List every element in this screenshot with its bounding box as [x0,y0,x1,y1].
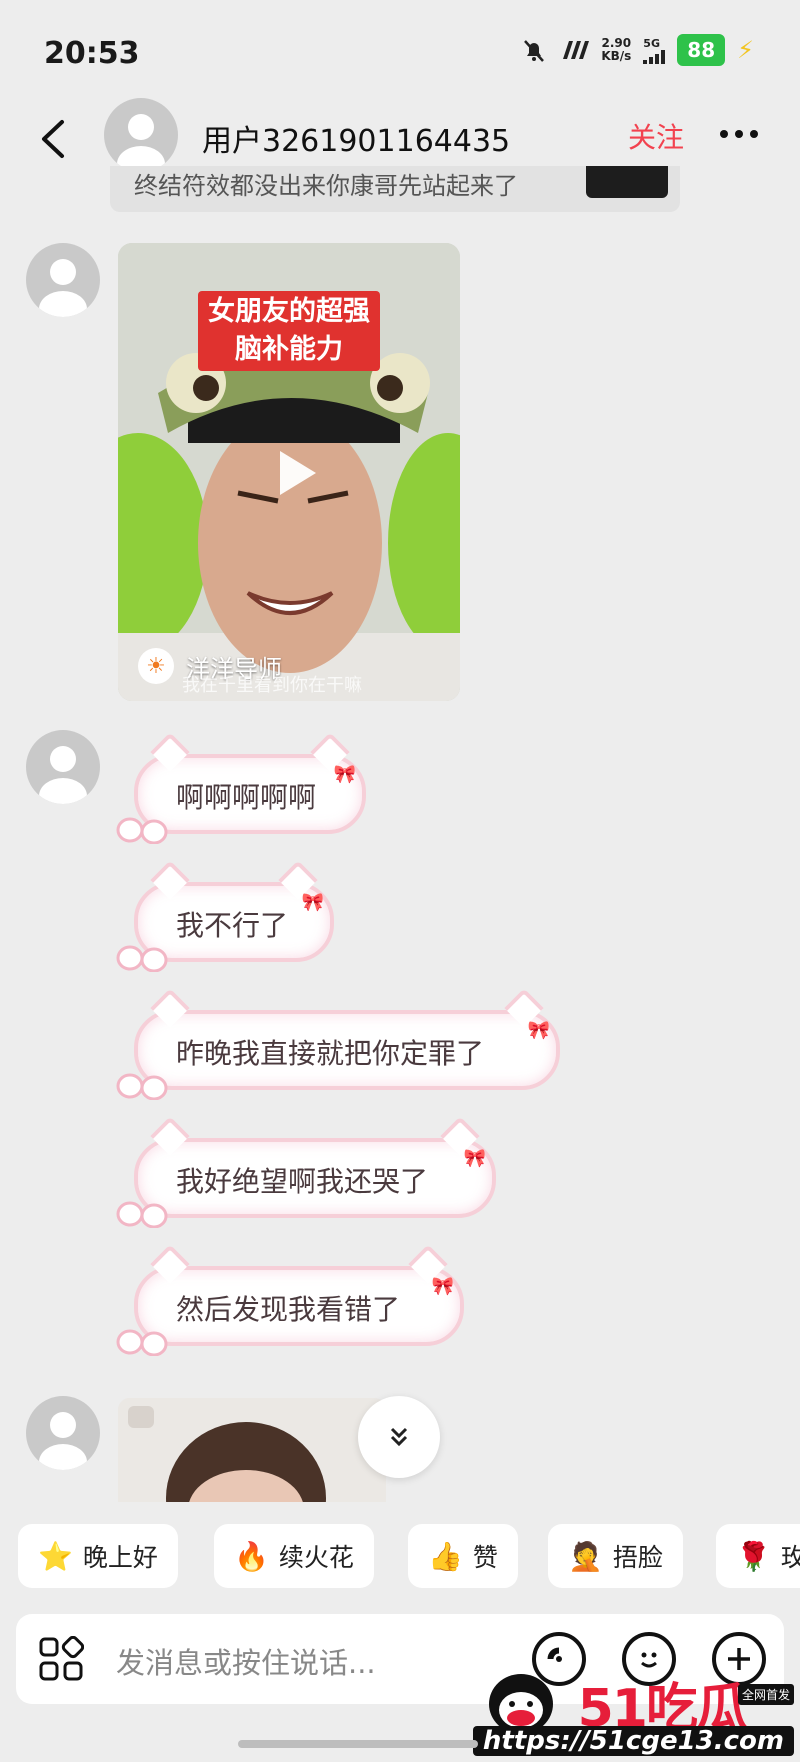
paw-icon [116,945,168,972]
nfc-icon [563,41,590,59]
net-speed: 2.90 KB/s [601,36,632,63]
shared-card-text: 终结符效都没出来你康哥先站起来了 [134,172,518,200]
avatar[interactable] [26,730,100,804]
facepalm-icon: 🤦 [568,1539,603,1573]
more-icon[interactable] [720,130,758,138]
quick-reply-chip[interactable]: 👍 赞 [408,1524,518,1588]
message-bubble[interactable]: 🎀 然后发现我看错了 [116,1244,464,1356]
quick-reply-chip[interactable]: 🔥 续火花 [214,1524,374,1588]
battery-icon: 88 [677,34,726,66]
play-icon[interactable] [264,443,324,503]
message-text: 啊啊啊啊啊 [176,781,317,814]
quick-reply-chip[interactable]: 🌹 玫 [716,1524,800,1588]
scroll-to-bottom-button[interactable] [358,1396,440,1478]
home-indicator[interactable] [238,1740,478,1748]
charging-icon: ⚡ [737,36,754,64]
message-bubble[interactable]: 🎀 啊啊啊啊啊 [116,732,366,844]
message-bubble[interactable]: 🎀 我好绝望啊我还哭了 [116,1116,496,1228]
back-arrow-icon[interactable] [34,114,74,164]
image-message[interactable] [118,1398,386,1502]
bow-icon: 🎀 [301,892,324,913]
mute-bell-icon [524,40,545,62]
paw-icon [116,1329,168,1356]
avatar[interactable] [26,243,100,317]
watermark-tag: 全网首发 [737,1684,794,1705]
avatar[interactable] [26,1396,100,1470]
message-text: 我好绝望啊我还哭了 [176,1165,429,1198]
fire-icon: 🔥 [234,1539,269,1573]
star-face-icon: ⭐ [38,1539,73,1573]
apps-grid-icon[interactable] [38,1636,84,1682]
paw-icon [116,1201,168,1228]
rose-icon: 🌹 [736,1539,771,1573]
paw-icon [116,1073,168,1100]
page-title[interactable]: 用户3261901164435 [202,116,510,160]
video-subtitle: 我在千里看到你在干嘛 [182,675,362,696]
thumbs-up-icon: 👍 [428,1539,463,1573]
message-input[interactable]: 发消息或按住说话... [116,1640,376,1682]
status-icons: 2.90 KB/s 5G 88 ⚡ [521,34,754,66]
signal-icon: 5G [643,37,666,64]
video-message[interactable]: 女朋友的超强 脑补能力 ☀ 洋洋导师 我在千里看到你在干嘛 [118,243,460,701]
shared-card-thumbnail [586,166,668,198]
quick-reply-bar: ⭐ 晚上好 🔥 续火花 👍 赞 🤦 捂脸 🌹 玫 [0,1524,800,1588]
shared-card[interactable]: 终结符效都没出来你康哥先站起来了 [110,166,680,212]
message-text: 昨晚我直接就把你定罪了 [176,1037,485,1070]
watermark: 51吃瓜 全网首发 https://51cge13.com [472,1660,800,1762]
follow-button[interactable]: 关注 [628,116,684,156]
paw-icon [116,817,168,844]
clock: 20:53 [44,36,140,71]
video-title: 女朋友的超强 脑补能力 [198,291,380,371]
image-thumbnail [118,1398,386,1502]
double-chevron-down-icon [390,1427,408,1447]
bow-icon: 🎀 [527,1020,550,1041]
sun-icon: ☀ [138,648,174,684]
status-bar: 20:53 2.90 KB/s 5G 88 ⚡ [0,0,800,100]
watermark-url: https://51cge13.com [472,1726,794,1756]
bow-icon: 🎀 [431,1276,454,1297]
quick-reply-chip[interactable]: ⭐ 晚上好 [18,1524,178,1588]
message-text: 我不行了 [176,909,289,942]
message-bubble[interactable]: 🎀 昨晚我直接就把你定罪了 [116,988,560,1100]
quick-reply-chip[interactable]: 🤦 捂脸 [548,1524,683,1588]
message-bubble[interactable]: 🎀 我不行了 [116,860,334,972]
bow-icon: 🎀 [463,1148,486,1169]
bow-icon: 🎀 [333,764,356,785]
avatar[interactable] [104,98,178,172]
message-text: 然后发现我看错了 [176,1293,401,1326]
